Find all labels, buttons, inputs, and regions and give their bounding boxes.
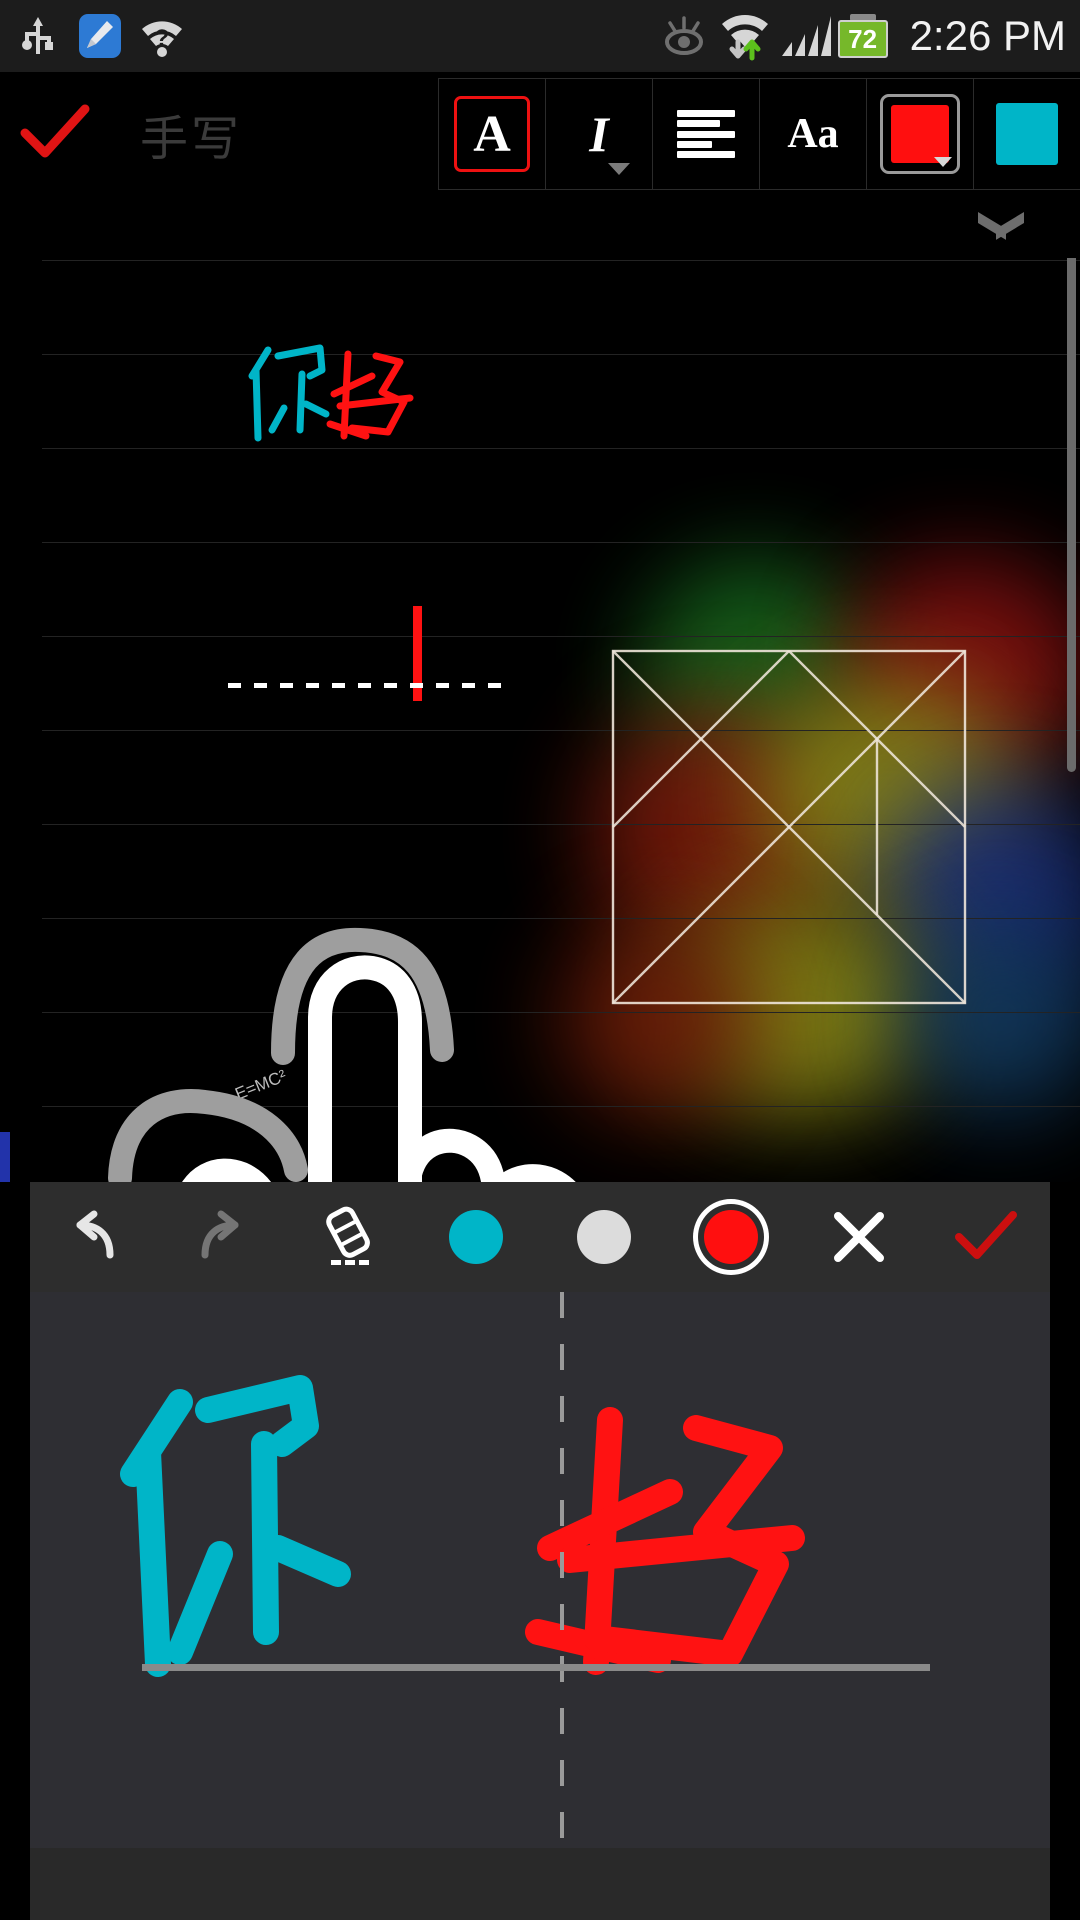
clock-text: 2:26 PM — [909, 12, 1066, 59]
battery-level-text: 72 — [848, 24, 878, 54]
page-title: 手写 — [140, 113, 243, 166]
color-dot-red-selected — [704, 1210, 759, 1264]
align-icon — [677, 110, 735, 158]
pad-divider — [560, 1292, 564, 1920]
text-color-swatch[interactable] — [866, 79, 973, 189]
confirm-button[interactable] — [0, 72, 110, 196]
status-bar-left-icons: ? — [0, 12, 186, 60]
wifi-transfer-icon — [718, 12, 768, 61]
chevron-down-icon — [608, 163, 630, 175]
color-dot-white — [576, 1210, 631, 1264]
chevron-down-icon — [934, 157, 952, 167]
italic-style-glyph: I — [589, 106, 609, 162]
smart-stay-eye-icon — [658, 12, 706, 60]
text-style-glyph: A — [473, 105, 511, 163]
ink-char-ni — [248, 344, 330, 442]
handwriting-input-pad[interactable] — [30, 1292, 1050, 1920]
status-bar: ? 72 2:26 PM — [0, 0, 1080, 72]
font-size-glyph: Aa — [787, 111, 839, 157]
chevron-down-icon[interactable] — [978, 212, 1024, 238]
battery-icon: 72 — [837, 14, 890, 58]
pad-char-left — [120, 1375, 351, 1677]
handwriting-panel-inner — [30, 1182, 1050, 1920]
wifi-question-icon: ? — [138, 12, 186, 60]
pad-footer — [30, 1848, 1050, 1920]
signal-bars-icon — [778, 12, 831, 60]
eraser-icon — [325, 1206, 370, 1265]
svg-text:?: ? — [155, 25, 170, 52]
italic-style-button[interactable]: I — [545, 79, 652, 189]
dotted-underline — [228, 683, 508, 688]
align-button[interactable] — [652, 79, 759, 189]
highlight-color-swatch[interactable] — [973, 79, 1080, 189]
undo-button[interactable] — [30, 1182, 158, 1292]
undo-icon — [76, 1210, 114, 1259]
eraser-button[interactable] — [285, 1182, 413, 1292]
redo-button[interactable] — [158, 1182, 286, 1292]
left-edge-marker — [0, 1132, 10, 1182]
usb-icon — [14, 12, 62, 60]
pad-baseline — [142, 1664, 930, 1671]
handwriting-panel — [0, 1182, 1080, 1920]
cleanup-icon — [76, 12, 124, 60]
text-style-button[interactable]: A — [438, 79, 545, 189]
text-color-frame — [880, 94, 960, 174]
app-toolbar: 手写 A I Aa — [0, 72, 1080, 196]
pen-color-white[interactable] — [540, 1182, 668, 1292]
status-bar-right-icons: 72 2:26 PM — [658, 12, 1080, 61]
text-color-fill — [891, 105, 949, 163]
note-canvas[interactable]: E=MC² — [0, 258, 1080, 1182]
check-icon — [955, 1211, 1018, 1259]
format-toolbar: A I Aa — [438, 78, 1080, 190]
canvas-ink-layer: E=MC² — [108, 344, 576, 1182]
highlight-color-fill — [996, 103, 1058, 165]
close-icon — [833, 1212, 884, 1262]
canvas-scrollbar[interactable] — [1067, 258, 1076, 772]
pen-color-red[interactable] — [668, 1182, 796, 1292]
color-dot-cyan — [449, 1210, 504, 1264]
text-style-selected-frame: A — [454, 96, 530, 172]
close-button[interactable] — [795, 1182, 923, 1292]
redo-icon — [201, 1210, 239, 1259]
handwriting-toolbar — [30, 1182, 1050, 1292]
pad-char-right — [525, 1407, 805, 1675]
font-size-button[interactable]: Aa — [759, 79, 866, 189]
toolbar-collapse-row — [0, 196, 1080, 264]
ink-char-hao — [326, 350, 414, 440]
hand-illustration — [182, 955, 576, 1182]
accept-button[interactable] — [923, 1182, 1051, 1292]
pen-color-cyan[interactable] — [413, 1182, 541, 1292]
pad-ink — [120, 1375, 805, 1677]
